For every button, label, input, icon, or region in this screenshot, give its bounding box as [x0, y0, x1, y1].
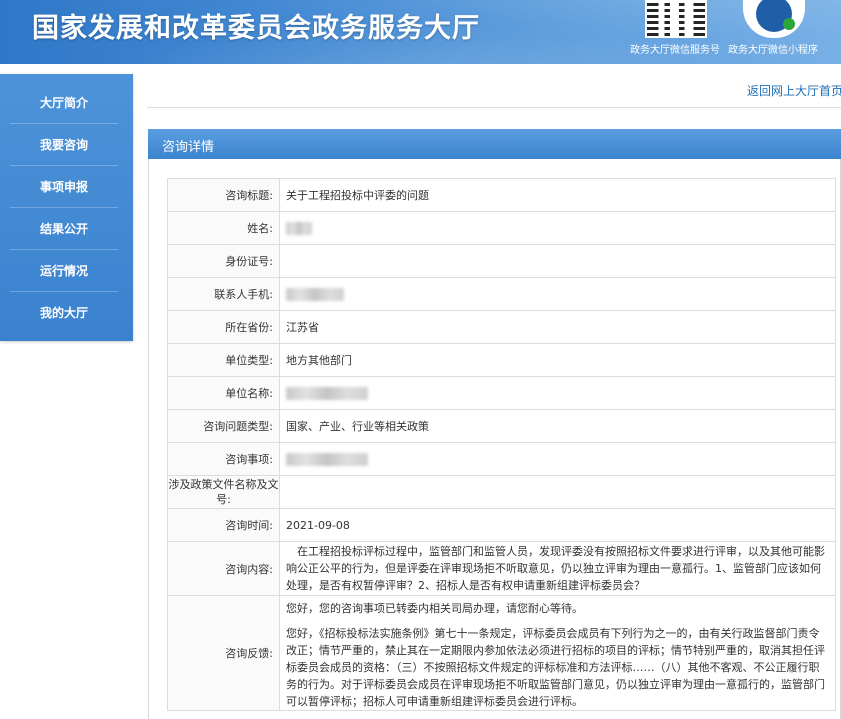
qr1-label: 政务大厅微信服务号 — [630, 45, 720, 56]
wechat-dot-icon — [783, 18, 795, 30]
name-label: 姓名: — [167, 211, 280, 245]
unit-type-value: 地方其他部门 — [279, 343, 836, 377]
table-row: 单位名称: — [167, 376, 836, 410]
feedback-paragraph-2: 您好，《招标投标法实施条例》第七十一条规定，评标委员会成员有下列行为之一的，由有… — [286, 627, 825, 708]
id-label: 身份证号: — [167, 244, 280, 278]
table-row: 咨询时间: 2021-09-08 — [167, 508, 836, 542]
divider — [147, 107, 841, 108]
table-row: 咨询标题: 关于工程招投标中评委的问题 — [167, 178, 836, 212]
sidebar-item-apply[interactable]: 事项申报 — [10, 166, 118, 208]
redacted-matter — [286, 453, 368, 466]
table-row: 咨询问题类型: 国家、产业、行业等相关政策 — [167, 409, 836, 443]
qr2-label: 政务大厅微信小程序 — [728, 45, 818, 56]
redacted-name — [286, 222, 312, 235]
matter-label: 咨询事项: — [167, 442, 280, 476]
site-title: 国家发展和改革委员会政务服务大厅 — [32, 13, 480, 44]
province-label: 所在省份: — [167, 310, 280, 344]
category-value: 国家、产业、行业等相关政策 — [279, 409, 836, 443]
phone-label: 联系人手机: — [167, 277, 280, 311]
policy-doc-value — [279, 475, 836, 509]
date-label: 咨询时间: — [167, 508, 280, 542]
section-title: 咨询详情 — [162, 140, 215, 155]
consultation-detail-table: 咨询标题: 关于工程招投标中评委的问题 姓名: 身份证号: 联系人手机: 所在省… — [167, 178, 836, 711]
title-label: 咨询标题: — [167, 178, 280, 212]
title-value: 关于工程招投标中评委的问题 — [279, 178, 836, 212]
policy-doc-label: 涉及政策文件名称及文号: — [167, 475, 280, 509]
wechat-service-qr-code — [645, 0, 707, 38]
sidebar-item-my-hall[interactable]: 我的大厅 — [10, 292, 118, 333]
province-value: 江苏省 — [279, 310, 836, 344]
sidebar-item-results[interactable]: 结果公开 — [10, 208, 118, 250]
sidebar-nav: 大厅简介 我要咨询 事项申报 结果公开 运行情况 我的大厅 — [0, 74, 133, 341]
content-label: 咨询内容: — [167, 541, 280, 596]
content-value: 在工程招投标评标过程中，监管部门和监管人员，发现评委没有按照招标文件要求进行评审… — [279, 541, 836, 596]
feedback-label: 咨询反馈: — [167, 595, 280, 711]
id-value — [279, 244, 836, 278]
feedback-paragraph-1: 您好，您的咨询事项已转委内相关司局办理，请您耐心等待。 — [286, 602, 583, 615]
sidebar-item-intro[interactable]: 大厅简介 — [10, 82, 118, 124]
sidebar-item-consult[interactable]: 我要咨询 — [10, 124, 118, 166]
table-row: 姓名: — [167, 211, 836, 245]
category-label: 咨询问题类型: — [167, 409, 280, 443]
table-row: 咨询反馈: 您好，您的咨询事项已转委内相关司局办理，请您耐心等待。 您好，《招标… — [167, 595, 836, 711]
table-row: 所在省份: 江苏省 — [167, 310, 836, 344]
table-row: 身份证号: — [167, 244, 836, 278]
back-to-home-link[interactable]: 返回网上大厅首页 — [747, 82, 841, 99]
sidebar-item-operation[interactable]: 运行情况 — [10, 250, 118, 292]
section-header: 咨询详情 — [148, 129, 841, 159]
site-header: 国家发展和改革委员会政务服务大厅 政务大厅微信服务号 政务大厅微信小程序 — [0, 0, 841, 64]
date-value: 2021-09-08 — [279, 508, 836, 542]
redacted-unit-name — [286, 387, 368, 400]
table-row: 联系人手机: — [167, 277, 836, 311]
table-row: 咨询事项: — [167, 442, 836, 476]
unit-name-label: 单位名称: — [167, 376, 280, 410]
table-row: 涉及政策文件名称及文号: — [167, 475, 836, 509]
redacted-phone — [286, 288, 344, 301]
table-row: 咨询内容: 在工程招投标评标过程中，监管部门和监管人员，发现评委没有按照招标文件… — [167, 541, 836, 596]
unit-type-label: 单位类型: — [167, 343, 280, 377]
table-row: 单位类型: 地方其他部门 — [167, 343, 836, 377]
